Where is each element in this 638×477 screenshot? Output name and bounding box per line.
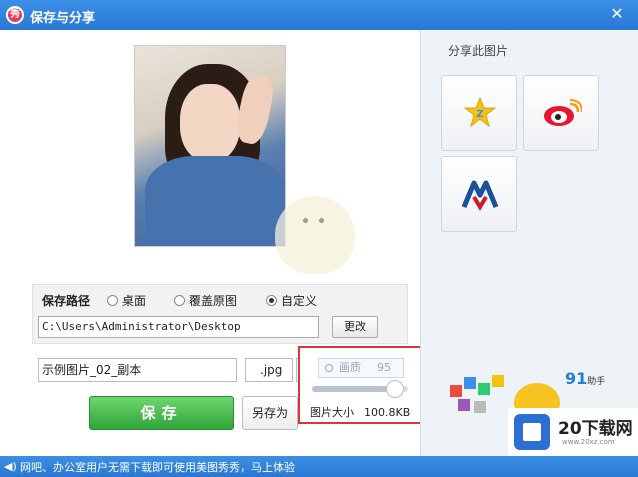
app-cubes-icon xyxy=(450,375,504,413)
quality-slider[interactable] xyxy=(312,380,408,398)
quality-value: 95 xyxy=(377,361,391,374)
radio-desktop[interactable]: 桌面 xyxy=(107,292,146,309)
file-size-label: 图片大小 xyxy=(310,406,354,419)
radio-custom-label: 自定义 xyxy=(281,294,318,308)
photo-preview xyxy=(134,45,286,247)
quality-option[interactable]: 画质 95 xyxy=(318,358,404,378)
save-button[interactable]: 保存 xyxy=(89,396,234,430)
status-text: 网吧、办公室用户无需下载即可使用美图秀秀，马上体验 xyxy=(20,461,295,474)
radio-circle-icon xyxy=(107,295,118,306)
qzone-icon: Z xyxy=(464,96,496,128)
radio-overwrite-label: 覆盖原图 xyxy=(189,294,238,308)
save-path-field[interactable]: C:\Users\Administrator\Desktop xyxy=(38,316,319,338)
file-size-value: 100.8KB xyxy=(364,406,411,419)
window-title: 保存与分享 xyxy=(30,11,96,26)
status-bar[interactable]: ◀) 网吧、办公室用户无需下载即可使用美图秀秀，马上体验 xyxy=(0,456,638,477)
title-bar: 秀 保存与分享 ✕ xyxy=(0,0,638,30)
quality-label: 画质 xyxy=(339,361,361,374)
quality-slider-fill xyxy=(312,386,396,392)
renren-icon xyxy=(461,180,499,211)
quality-slider-handle[interactable] xyxy=(386,380,405,398)
radio-overwrite[interactable]: 覆盖原图 xyxy=(174,292,237,309)
mascot-watermark-icon xyxy=(275,196,355,274)
weibo-icon xyxy=(544,99,582,126)
app-logo-icon: 秀 xyxy=(6,6,24,24)
radio-custom[interactable]: 自定义 xyxy=(266,292,317,309)
share-renren-button[interactable] xyxy=(441,156,517,232)
cube-logo-icon xyxy=(514,414,550,450)
watermark-text: 20下载网 xyxy=(558,419,633,439)
watermark-url: www.20xz.com xyxy=(562,438,615,446)
share-weibo-button[interactable] xyxy=(523,75,599,151)
ad-brand-number: 91 xyxy=(565,369,588,388)
ad-brand: 91助手 xyxy=(565,369,605,388)
ad-brand-sub: 助手 xyxy=(587,377,606,387)
speaker-icon: ◀) xyxy=(4,460,17,473)
radio-circle-icon xyxy=(174,295,185,306)
share-title: 分享此图片 xyxy=(448,44,509,58)
radio-selected-icon xyxy=(266,295,277,306)
save-path-label: 保存路径 xyxy=(42,294,91,308)
radio-desktop-label: 桌面 xyxy=(122,294,147,308)
filename-field[interactable]: 示例图片_02_副本 xyxy=(38,358,237,382)
file-size-info: 图片大小 100.8KB xyxy=(310,404,410,420)
change-path-button[interactable]: 更改 xyxy=(332,316,378,338)
save-as-button[interactable]: 另存为 xyxy=(242,396,298,430)
svg-text:Z: Z xyxy=(476,109,483,120)
share-qzone-button[interactable]: Z xyxy=(441,75,517,151)
site-watermark: 20下载网 www.20xz.com xyxy=(508,408,638,456)
radio-circle-icon xyxy=(325,364,333,372)
close-button[interactable]: ✕ xyxy=(608,5,626,23)
extension-field[interactable]: .jpg xyxy=(245,358,293,382)
